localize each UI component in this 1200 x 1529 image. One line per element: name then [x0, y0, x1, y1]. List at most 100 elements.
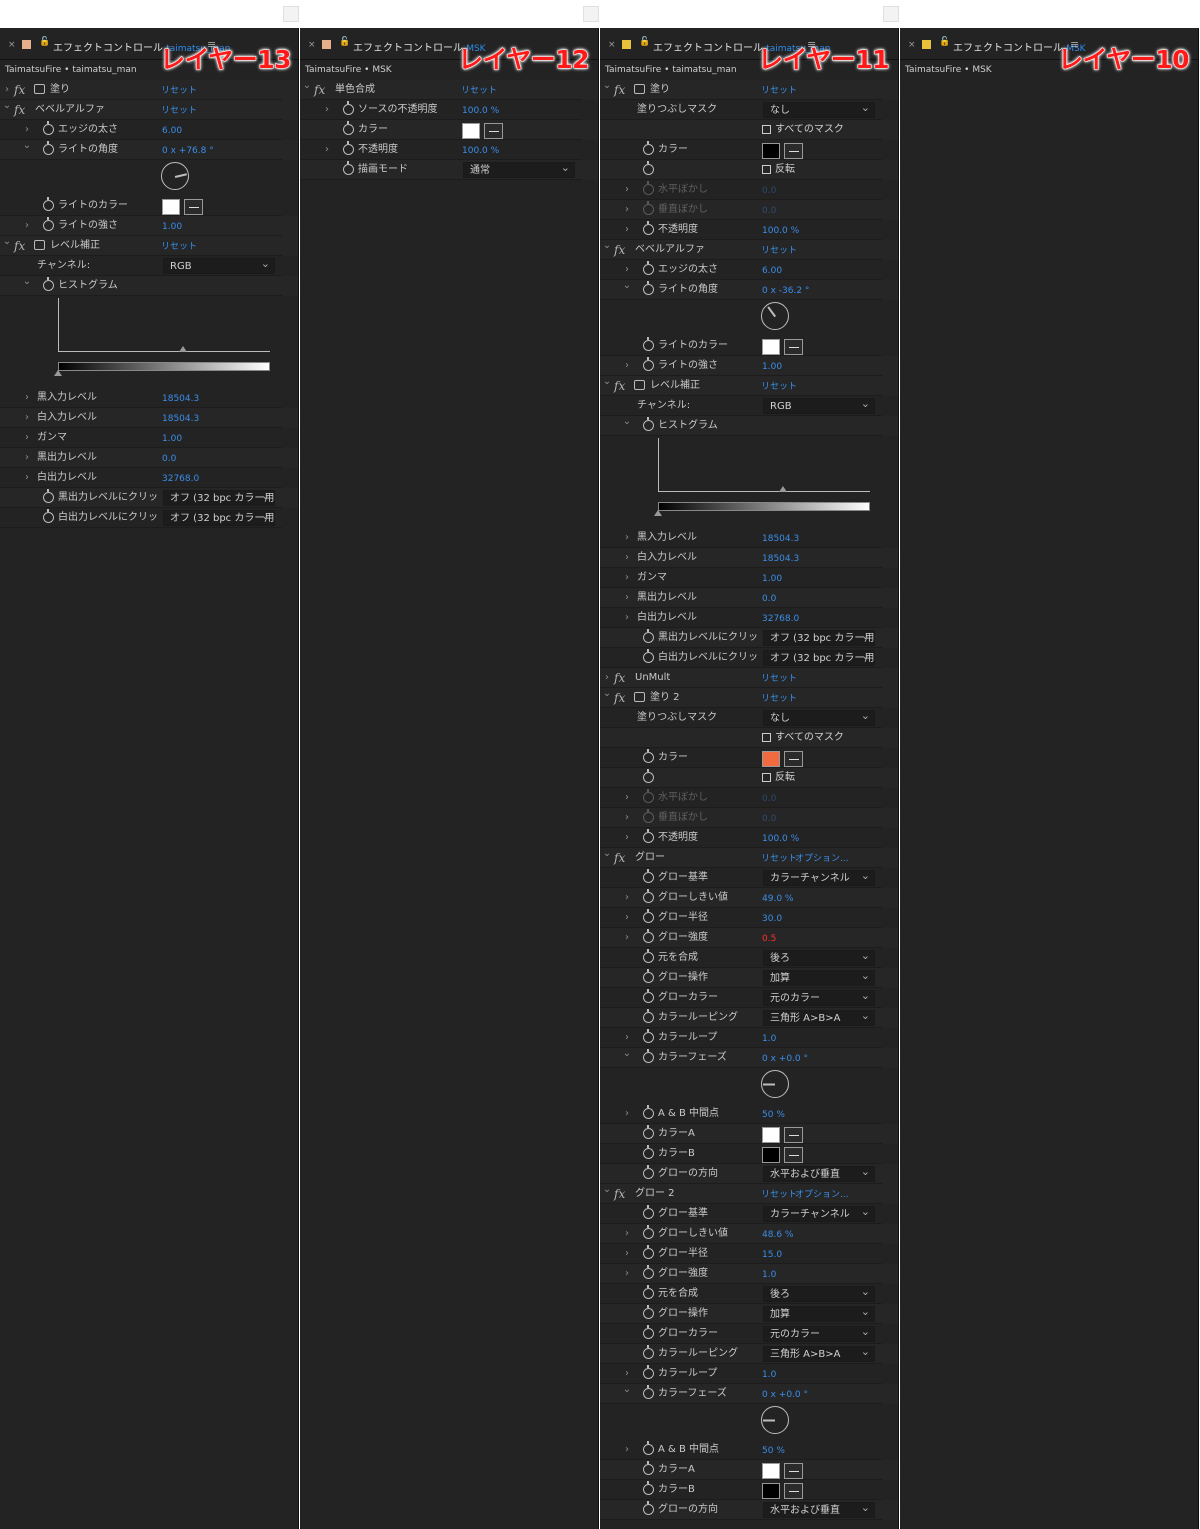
expanded-chevron-icon[interactable]: ⌄ — [622, 1044, 632, 1064]
property-dropdown[interactable]: 水平および垂直 — [763, 1502, 875, 1518]
color-swatch[interactable] — [762, 143, 780, 159]
property-value[interactable]: 6.00 — [162, 121, 182, 141]
collapsed-chevron-icon[interactable]: › — [622, 888, 632, 908]
eyedropper-icon[interactable] — [784, 1147, 803, 1163]
collapsed-chevron-icon[interactable]: › — [622, 908, 632, 928]
reset-link[interactable]: リセット — [761, 241, 797, 261]
options-link[interactable]: オプション... — [795, 849, 849, 869]
stopwatch-icon[interactable] — [643, 181, 654, 195]
collapsed-chevron-icon[interactable]: › — [622, 548, 632, 568]
collapsed-chevron-icon[interactable]: › — [22, 428, 32, 448]
fx-toggle-icon[interactable]: fx — [614, 668, 625, 688]
angle-dial[interactable] — [761, 302, 789, 330]
property-dropdown[interactable]: 後ろ — [763, 1286, 875, 1302]
angle-dial[interactable] — [761, 1070, 789, 1098]
property-value[interactable]: 0.0 — [762, 589, 776, 609]
stopwatch-icon[interactable] — [643, 1145, 654, 1159]
stopwatch-icon[interactable] — [643, 1225, 654, 1239]
stopwatch-icon[interactable] — [643, 1265, 654, 1279]
property-value[interactable]: 0.0 — [762, 201, 776, 221]
stopwatch-icon[interactable] — [643, 261, 654, 275]
stopwatch-icon[interactable] — [643, 201, 654, 215]
property-value[interactable]: 30.0 — [762, 909, 782, 929]
effect-header[interactable]: ⌄ fx グロー リセット オプション... — [600, 848, 898, 868]
effect-header[interactable]: › fx UnMult リセット — [600, 668, 898, 688]
lock-icon[interactable]: 🔓 — [639, 37, 650, 47]
collapsed-chevron-icon[interactable]: › — [622, 808, 632, 828]
collapsed-chevron-icon[interactable]: › — [622, 588, 632, 608]
stopwatch-icon[interactable] — [643, 829, 654, 843]
reset-link[interactable]: リセット — [461, 81, 497, 101]
effect-header[interactable]: ⌄ fx ベベルアルファ リセット — [0, 100, 298, 120]
fx-toggle-icon[interactable]: fx — [614, 1184, 625, 1204]
collapsed-chevron-icon[interactable]: › — [622, 1440, 632, 1460]
property-dropdown[interactable]: オフ (32 bpc カラー用) — [163, 490, 275, 506]
output-black-slider[interactable] — [54, 370, 62, 376]
color-swatch[interactable] — [762, 751, 780, 767]
stopwatch-icon[interactable] — [343, 161, 354, 175]
histogram-gamma-slider[interactable] — [779, 486, 787, 492]
stopwatch-icon[interactable] — [643, 1205, 654, 1219]
property-value[interactable]: 50 % — [762, 1441, 785, 1461]
effect-header[interactable]: ⌄ fx レベル補正 リセット — [600, 376, 898, 396]
color-swatch[interactable] — [762, 1127, 780, 1143]
property-dropdown[interactable]: なし — [763, 710, 875, 726]
property-dropdown[interactable]: 加算 — [763, 970, 875, 986]
stopwatch-icon[interactable] — [643, 357, 654, 371]
color-swatch[interactable] — [762, 339, 780, 355]
collapsed-chevron-icon[interactable]: › — [322, 140, 332, 160]
stopwatch-icon[interactable] — [643, 337, 654, 351]
property-dropdown[interactable]: カラーチャンネル — [763, 870, 875, 886]
expanded-chevron-icon[interactable]: ⌄ — [602, 684, 612, 704]
expanded-chevron-icon[interactable]: ⌄ — [622, 276, 632, 296]
stopwatch-icon[interactable] — [643, 1501, 654, 1515]
histogram-area[interactable] — [0, 296, 298, 388]
fx-toggle-icon[interactable]: fx — [314, 80, 325, 100]
stopwatch-icon[interactable] — [343, 101, 354, 115]
collapsed-chevron-icon[interactable]: › — [622, 1104, 632, 1124]
property-value[interactable]: 0 x +0.0 ° — [762, 1385, 808, 1405]
close-panel-icon[interactable]: × — [8, 40, 16, 50]
expanded-chevron-icon[interactable]: ⌄ — [2, 96, 12, 116]
effect-header[interactable]: ⌄ fx 単色合成 リセット — [300, 80, 598, 100]
expanded-chevron-icon[interactable]: ⌄ — [622, 412, 632, 432]
property-dropdown[interactable]: RGB — [163, 258, 275, 274]
expanded-chevron-icon[interactable]: ⌄ — [622, 1380, 632, 1400]
stopwatch-icon[interactable] — [43, 197, 54, 211]
stopwatch-icon[interactable] — [643, 1285, 654, 1299]
eyedropper-icon[interactable] — [184, 199, 203, 215]
fx-toggle-icon[interactable]: fx — [14, 100, 25, 120]
stopwatch-icon[interactable] — [643, 749, 654, 763]
eyedropper-icon[interactable] — [784, 1463, 803, 1479]
color-swatch[interactable] — [762, 1463, 780, 1479]
property-value[interactable]: 0 x -36.2 ° — [762, 281, 809, 301]
property-value[interactable]: 32768.0 — [162, 469, 199, 489]
property-dropdown[interactable]: 水平および垂直 — [763, 1166, 875, 1182]
collapsed-chevron-icon[interactable]: › — [622, 608, 632, 628]
collapsed-chevron-icon[interactable]: › — [622, 528, 632, 548]
expanded-chevron-icon[interactable]: ⌄ — [22, 272, 32, 292]
collapsed-chevron-icon[interactable]: › — [622, 220, 632, 240]
property-value[interactable]: 6.00 — [762, 261, 782, 281]
collapsed-chevron-icon[interactable]: › — [622, 1264, 632, 1284]
collapsed-chevron-icon[interactable]: › — [622, 788, 632, 808]
expanded-chevron-icon[interactable]: ⌄ — [22, 136, 32, 156]
stopwatch-icon[interactable] — [643, 1441, 654, 1455]
stopwatch-icon[interactable] — [643, 1305, 654, 1319]
expanded-chevron-icon[interactable]: ⌄ — [602, 1180, 612, 1200]
fx-toggle-icon[interactable]: fx — [614, 376, 625, 396]
property-dropdown[interactable]: カラーチャンネル — [763, 1206, 875, 1222]
reset-link[interactable]: リセット — [761, 1185, 797, 1205]
stopwatch-icon[interactable] — [643, 417, 654, 431]
stopwatch-icon[interactable] — [43, 277, 54, 291]
expanded-chevron-icon[interactable]: ⌄ — [602, 844, 612, 864]
fx-toggle-icon[interactable]: fx — [14, 80, 25, 100]
property-value[interactable]: 49.0 % — [762, 889, 793, 909]
property-dropdown[interactable]: 元のカラー — [763, 990, 875, 1006]
checkbox[interactable] — [762, 165, 771, 174]
expanded-chevron-icon[interactable]: ⌄ — [302, 76, 312, 96]
reset-link[interactable]: リセット — [761, 849, 797, 869]
property-value[interactable]: 18504.3 — [762, 549, 799, 569]
stopwatch-icon[interactable] — [643, 1165, 654, 1179]
eyedropper-icon[interactable] — [784, 1483, 803, 1499]
